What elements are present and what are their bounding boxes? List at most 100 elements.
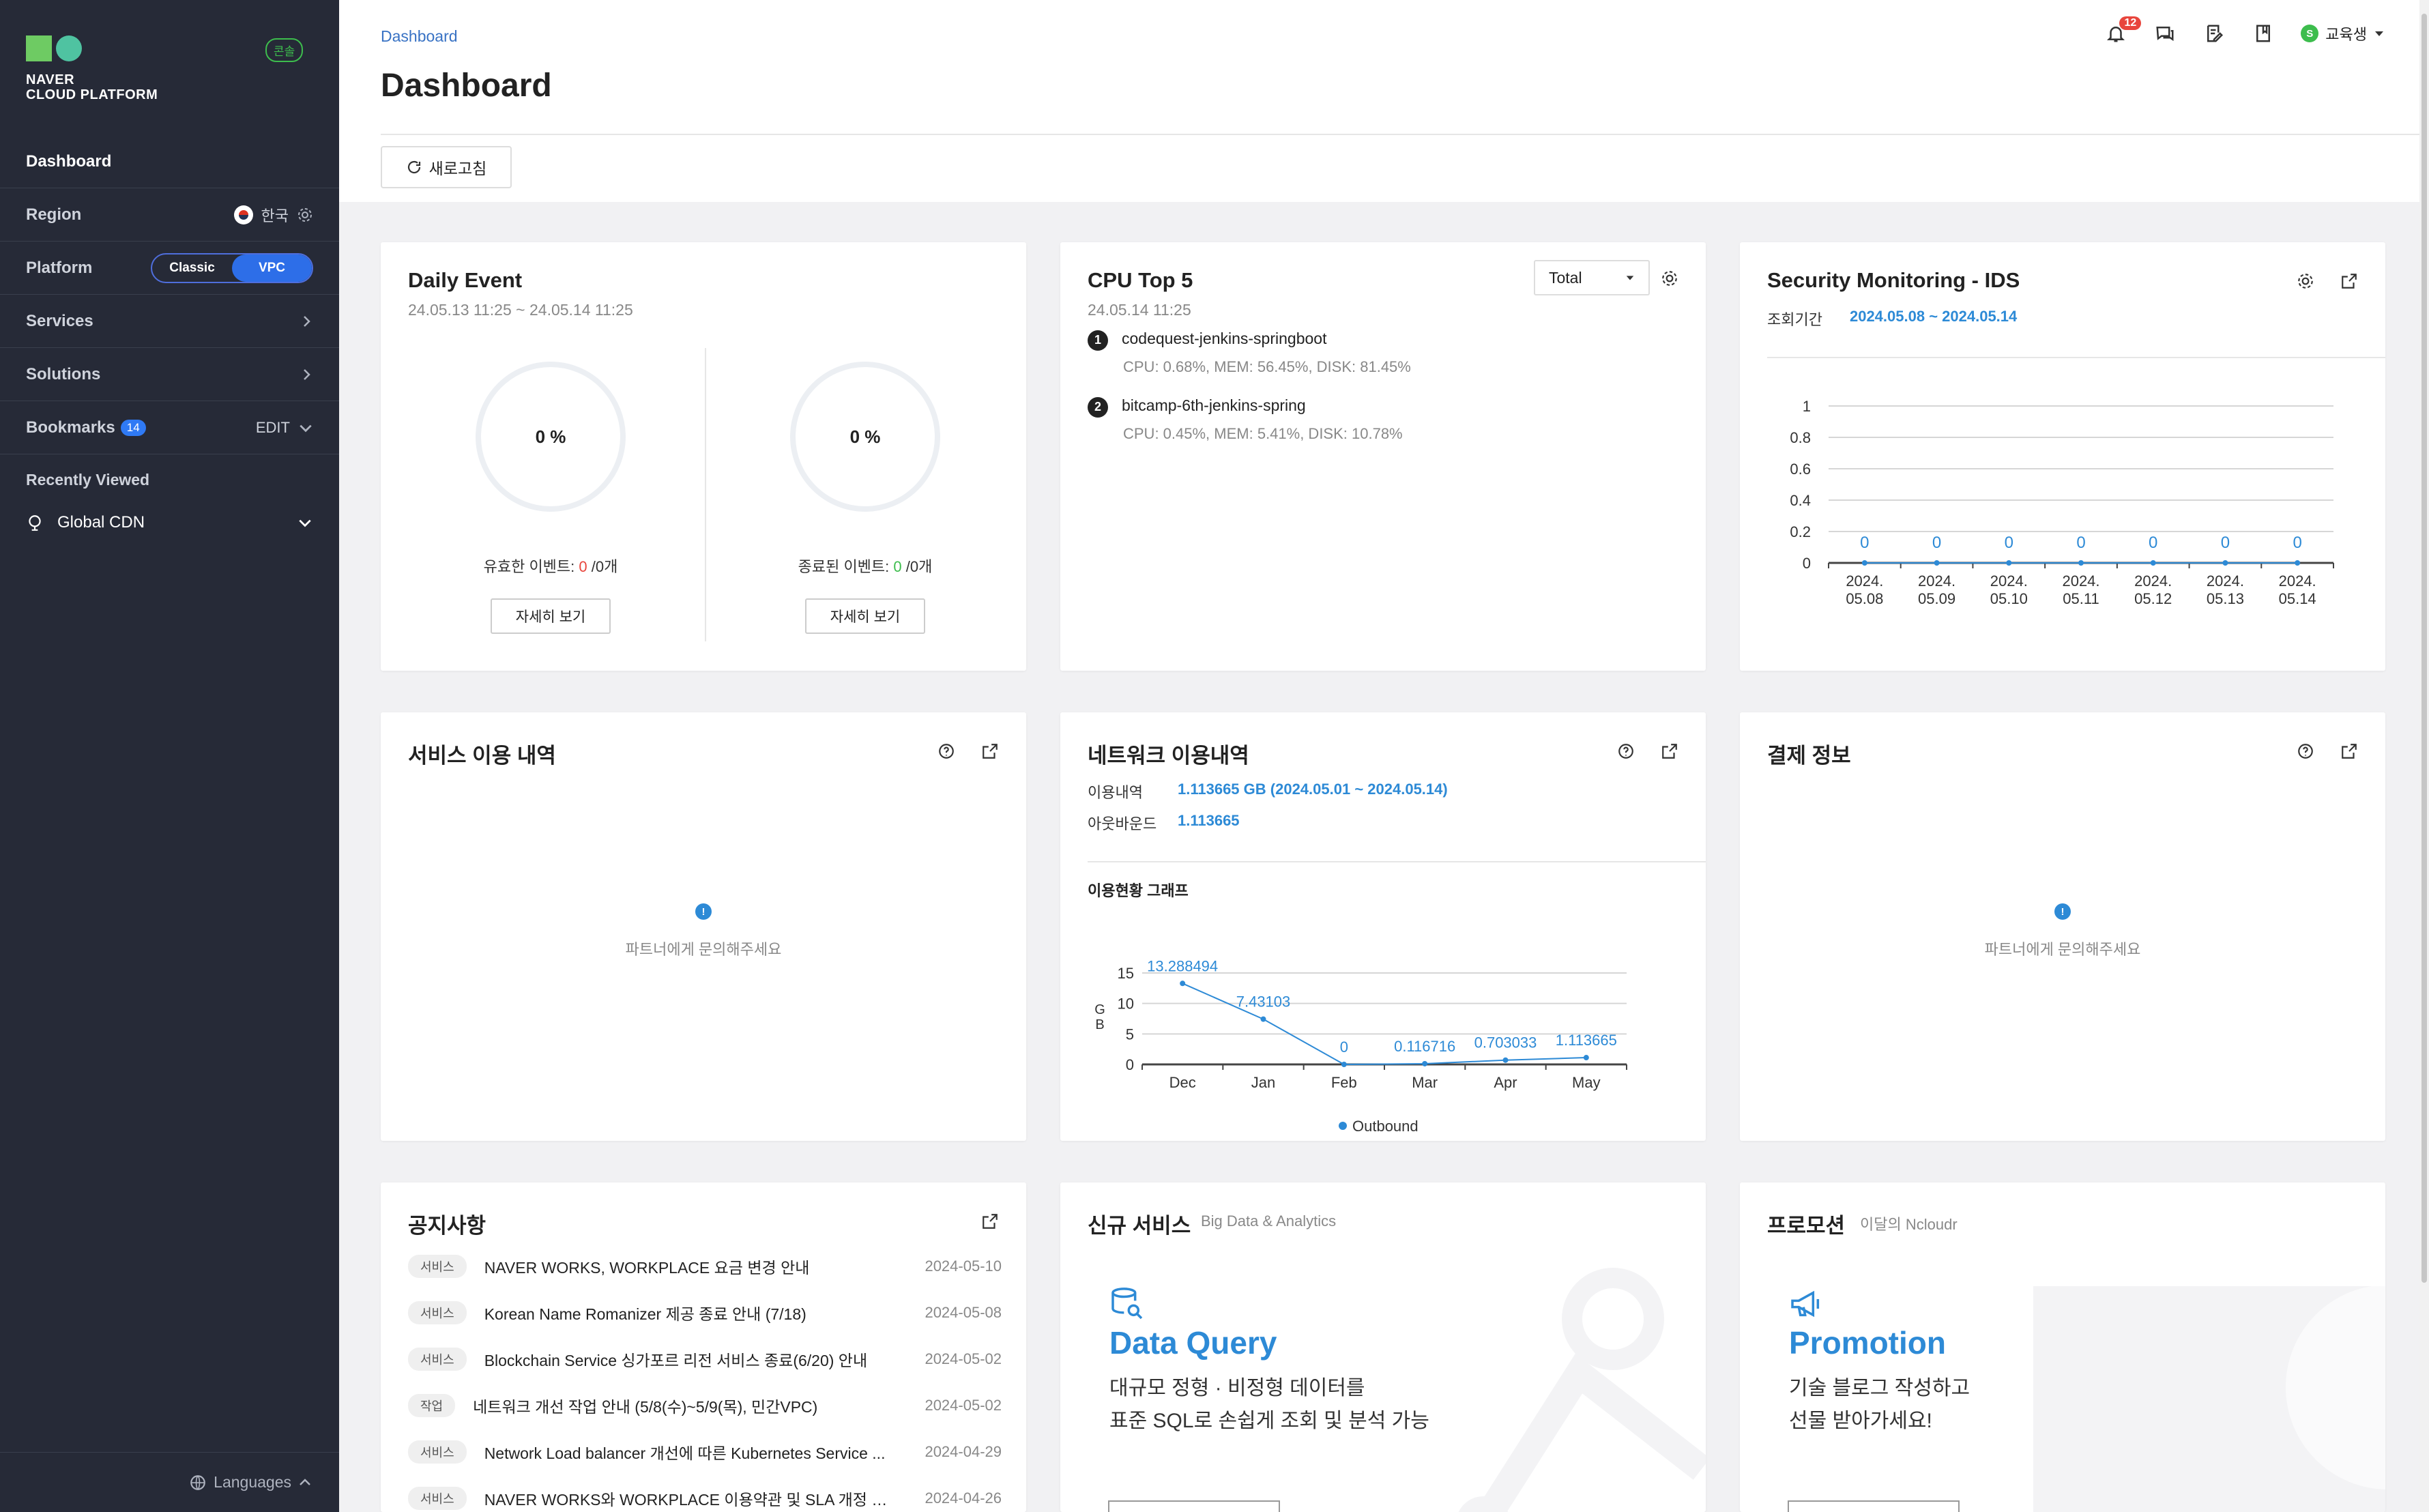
notice-row[interactable]: 작업 네트워크 개선 작업 안내 (5/8(수)~5/9(목), 민간VPC) 20… — [408, 1394, 1002, 1417]
closed-event-text: 종료된 이벤트: — [798, 558, 890, 575]
notice-row[interactable]: 서비스 Network Load balancer 개선에 따른 Kubernet… — [408, 1440, 1002, 1464]
languages-menu[interactable]: Languages — [0, 1452, 339, 1512]
external-link-icon[interactable] — [981, 1212, 999, 1230]
x-tick-label: 2024. — [2279, 572, 2316, 590]
chevron-down-icon[interactable] — [297, 515, 312, 530]
main-content: Dashboard Dashboard 새로고침 12 S 교육생 Daily … — [339, 0, 2429, 1512]
gear-icon[interactable] — [1661, 270, 1678, 287]
external-link-icon[interactable] — [981, 742, 999, 760]
closed-event-detail-button[interactable]: 자세히 보기 — [805, 598, 925, 634]
sidebar-item-region[interactable]: Region 한국 — [0, 188, 339, 242]
external-link-icon[interactable] — [2340, 272, 2358, 290]
notification-bell-icon[interactable]: 12 — [2104, 16, 2142, 45]
caret-down-icon — [1626, 276, 1634, 280]
sidebar-item-bookmarks[interactable]: Bookmarks 14 EDIT — [0, 401, 339, 454]
bookmarks-edit-link[interactable]: EDIT — [256, 419, 290, 437]
help-icon[interactable] — [2297, 742, 2314, 760]
platform-option-classic[interactable]: Classic — [152, 255, 232, 282]
valid-event-total: /0개 — [591, 558, 618, 575]
help-icon[interactable] — [1617, 742, 1635, 760]
refresh-label: 새로고침 — [428, 160, 487, 177]
x-tick-label: Jan — [1251, 1074, 1275, 1091]
notice-date: 2024-05-02 — [925, 1397, 1002, 1414]
console-badge: 콘솔 — [265, 38, 304, 62]
external-link-icon[interactable] — [1661, 742, 1678, 760]
network-line-chart: 0 5 10 15 GB 13.288494 Dec 7.43103 Jan 0 Feb 0.1167… — [1094, 957, 1627, 1135]
network-usage-card: 네트워크 이용내역 이용내역 1.113665 GB (2024.05.01 ~ … — [1060, 712, 1706, 1141]
server-name: codequest-jenkins-springboot — [1122, 330, 1327, 347]
x-tick-label: 2024. — [2134, 572, 2172, 590]
page-scrollbar[interactable] — [2419, 0, 2429, 1512]
scrollbar-thumb[interactable] — [2421, 14, 2427, 1283]
promotion-detail-button[interactable] — [1788, 1500, 1960, 1512]
new-service-detail-button[interactable] — [1108, 1500, 1280, 1512]
x-tick-label: 2024. — [2062, 572, 2099, 590]
database-search-icon — [1111, 1288, 1143, 1320]
y-tick-label: 0.8 — [1790, 429, 1811, 446]
help-icon[interactable] — [937, 742, 955, 760]
notice-row[interactable]: 서비스 NAVER WORKS와 WORKPLACE 이용약관 및 SLA 개정 … — [408, 1487, 1002, 1510]
data-point — [2006, 560, 2012, 566]
cpu-item[interactable]: 2 bitcamp-6th-jenkins-spring — [1088, 396, 1306, 418]
outbound-label: 아웃바운드 — [1088, 815, 1157, 832]
naver-cloud-logo[interactable]: NAVER CLOUD PLATFORM — [26, 35, 162, 104]
user-menu[interactable]: S 교육생 — [2301, 23, 2385, 44]
gear-icon[interactable] — [297, 207, 313, 223]
x-tick-label: May — [1572, 1074, 1601, 1091]
sidebar-item-solutions[interactable]: Solutions — [0, 348, 339, 401]
server-stats: CPU: 0.68%, MEM: 56.45%, DISK: 81.45% — [1123, 358, 1411, 375]
notice-title: NAVER WORKS와 WORKPLACE 이용약관 및 SLA 개정 공지문 — [484, 1491, 901, 1509]
notice-row[interactable]: 서비스 Blockchain Service 싱가포르 리전 서비스 종료(6/2… — [408, 1348, 1002, 1371]
edit-document-icon[interactable] — [2202, 22, 2226, 45]
x-tick-label: 2024. — [1846, 572, 1883, 590]
notice-row[interactable]: 서비스 NAVER WORKS, WORKPLACE 요금 변경 안내 2024-0… — [408, 1255, 1002, 1278]
y-tick-label: 5 — [1126, 1026, 1134, 1043]
globe-icon — [190, 1474, 205, 1490]
gear-icon[interactable] — [2297, 272, 2314, 290]
x-tick-label: 05.14 — [2279, 590, 2316, 607]
data-label: 0 — [2149, 534, 2157, 552]
korea-flag-icon — [233, 205, 253, 224]
platform-option-vpc[interactable]: VPC — [232, 254, 312, 282]
data-label: 13.288494 — [1147, 957, 1218, 974]
closed-event-total: /0개 — [905, 558, 933, 575]
cpu-top5-card: CPU Top 5 24.05.14 11:25 Total 1 codeques… — [1060, 242, 1706, 671]
megaphone-icon — [1791, 1290, 1820, 1318]
data-point — [2150, 560, 2156, 566]
notice-row[interactable]: 서비스 Korean Name Romanizer 제공 종료 안내 (7/18)… — [408, 1301, 1002, 1324]
sidebar-item-label: Solutions — [26, 364, 101, 383]
breadcrumb[interactable]: Dashboard — [381, 27, 458, 46]
chevron-down-icon[interactable] — [298, 420, 313, 435]
external-link-icon[interactable] — [2340, 742, 2358, 760]
promotion-desc-line1: 기술 블로그 작성하고 — [1789, 1377, 1970, 1399]
card-title: 신규 서비스 — [1088, 1214, 1191, 1238]
cpu-filter-select[interactable]: Total — [1534, 260, 1650, 295]
usage-value: 1.113665 GB (2024.05.01 ~ 2024.05.14) — [1178, 781, 1448, 798]
data-label: 0 — [1860, 534, 1869, 552]
sidebar-item-dashboard[interactable]: Dashboard — [0, 135, 339, 188]
bookmarks-count-badge: 14 — [120, 419, 146, 436]
data-label: 0 — [1340, 1038, 1348, 1056]
data-point — [2295, 560, 2301, 566]
platform-toggle[interactable]: Classic VPC — [151, 252, 313, 283]
chat-icon[interactable] — [2153, 22, 2177, 45]
notice-tag: 서비스 — [408, 1348, 467, 1371]
new-service-name[interactable]: Data Query — [1109, 1324, 1277, 1361]
sidebar-item-services[interactable]: Services — [0, 295, 339, 348]
cpu-item[interactable]: 1 codequest-jenkins-springboot — [1088, 330, 1326, 351]
closed-event-percent: 0 % — [849, 426, 881, 447]
page-header: Dashboard Dashboard 새로고침 12 S 교육생 — [339, 0, 2429, 202]
promotion-name[interactable]: Promotion — [1789, 1324, 1946, 1361]
x-tick-label: 05.10 — [1990, 590, 2028, 607]
refresh-button[interactable]: 새로고침 — [381, 146, 512, 188]
page-title: Dashboard — [381, 68, 552, 104]
valid-event-detail-button[interactable]: 자세히 보기 — [491, 598, 611, 634]
chevron-up-icon — [300, 1478, 310, 1485]
recently-viewed-item-global-cdn[interactable]: Global CDN — [26, 513, 312, 532]
book-icon[interactable] — [2252, 22, 2275, 45]
closed-event-count: 0 — [893, 558, 902, 575]
new-service-card: 신규 서비스 Big Data & Analytics Data Query 대… — [1060, 1182, 1706, 1512]
card-title: CPU Top 5 — [1088, 268, 1193, 292]
logo-square-mark — [26, 35, 52, 61]
promotion-card: 프로모션 이달의 Ncloudr Promotion 기술 블로그 작성하고 선… — [1740, 1182, 2385, 1512]
